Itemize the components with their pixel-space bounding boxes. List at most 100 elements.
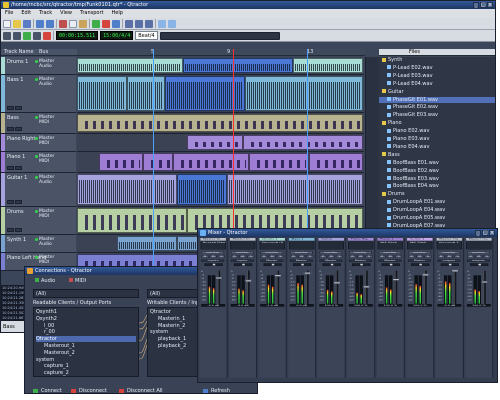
gain-fader-knob[interactable] — [303, 272, 312, 275]
clip[interactable] — [77, 174, 177, 205]
port-item[interactable]: Masterout_2 — [44, 350, 136, 356]
plugin-name[interactable]: SEF Pitch — [378, 242, 402, 244]
clip[interactable] — [293, 58, 363, 73]
gain-value[interactable]: 100.0 % — [466, 304, 491, 307]
pan-knob[interactable] — [360, 263, 363, 266]
clip[interactable] — [177, 174, 227, 205]
mute-button[interactable]: M — [327, 255, 335, 258]
plugin-name[interactable]: SEF Pitch — [408, 242, 432, 244]
plugin-name[interactable]: Freeverb 2 — [437, 242, 461, 244]
plugin-list[interactable]: Freeverb (S — [259, 241, 285, 250]
clip[interactable] — [127, 76, 165, 111]
record-button[interactable]: R — [437, 255, 445, 258]
clip[interactable] — [245, 76, 363, 111]
pan-knob[interactable] — [212, 263, 216, 266]
plugin-list[interactable]: Freeverb 2 — [436, 241, 463, 250]
cut-icon[interactable] — [59, 19, 67, 28]
port-item[interactable]: capture_1 — [44, 363, 136, 369]
forward-icon[interactable] — [33, 31, 41, 40]
pan-slider[interactable] — [352, 263, 371, 266]
mute-button[interactable]: M — [475, 255, 483, 258]
client-item[interactable]: Qsynth2 — [36, 316, 136, 322]
record-icon[interactable] — [43, 31, 51, 40]
solo-button[interactable]: S — [217, 255, 226, 258]
strip-name[interactable]: Master Ou — [466, 237, 492, 241]
gain-fader-knob[interactable] — [333, 281, 341, 284]
menu-file[interactable]: File — [5, 9, 13, 18]
track-header-2[interactable]: Bass 1 Master Audio — [1, 75, 76, 113]
track-lane-5[interactable] — [77, 152, 364, 173]
clip[interactable] — [77, 114, 363, 132]
solo-button[interactable]: S — [424, 255, 432, 258]
menu-track[interactable]: Track — [39, 9, 52, 18]
gain-fader-track[interactable] — [335, 270, 339, 305]
track-lane-1[interactable] — [77, 57, 364, 75]
plugin-list[interactable] — [229, 241, 256, 250]
monitor-button[interactable]: monitor — [437, 251, 461, 254]
clip[interactable] — [227, 174, 363, 205]
gain-fader-knob[interactable] — [244, 279, 253, 282]
solo-button[interactable]: S — [247, 255, 255, 258]
client-item[interactable]: Qsynth1 — [36, 309, 136, 315]
maximize-icon[interactable]: □ — [482, 230, 488, 236]
mute-button[interactable] — [15, 106, 22, 110]
track-header-6[interactable]: Guitar 1 Master Audio — [1, 173, 76, 207]
thumbnail-view[interactable] — [159, 31, 280, 40]
menu-view[interactable]: View — [60, 9, 72, 18]
view-mixer-icon[interactable] — [135, 19, 143, 28]
files-item[interactable]: Piano E02.wav — [379, 128, 495, 134]
pan-slider[interactable] — [204, 263, 223, 266]
track-header-8[interactable]: Synth 1 Master Audio — [1, 235, 76, 253]
mute-button[interactable]: M — [386, 255, 394, 258]
clip[interactable] — [309, 153, 363, 171]
files-item[interactable]: BoofBass E01.wav — [379, 160, 495, 166]
connect-button[interactable]: Connect — [33, 387, 62, 393]
files-item[interactable]: Piano E03.wav — [379, 136, 495, 142]
track-properties-icon[interactable] — [112, 19, 120, 28]
pan-slider[interactable] — [322, 263, 341, 266]
track-lane-3[interactable] — [77, 113, 364, 134]
mute-button[interactable]: M — [357, 255, 365, 258]
strip-name[interactable]: Piano 1 — [377, 237, 403, 241]
files-folder[interactable]: Guitar — [379, 89, 495, 95]
strip-name[interactable]: Piano Rig — [348, 237, 374, 241]
clip[interactable] — [243, 135, 363, 150]
gain-fader-track[interactable] — [247, 270, 250, 305]
record-button[interactable]: R — [348, 255, 357, 258]
pan-slider[interactable] — [440, 263, 459, 266]
play-icon[interactable] — [23, 31, 31, 40]
track-header-5[interactable]: Piano 1 Master MIDI — [1, 152, 76, 173]
gain-fader-track[interactable] — [453, 270, 457, 305]
plugin-list[interactable] — [466, 241, 492, 250]
files-item[interactable]: PhaseGit E03.wav — [379, 112, 495, 118]
plugin-list[interactable]: SEF Pitch — [377, 241, 403, 250]
record-button[interactable] — [7, 106, 14, 110]
clip[interactable] — [77, 76, 127, 111]
files-item[interactable]: P-Lead E04.wav — [379, 81, 495, 87]
port-item[interactable]: capture_2 — [44, 370, 136, 376]
track-header-3[interactable]: Bass Master MIDI — [1, 113, 76, 134]
plugin-list[interactable] — [289, 241, 315, 250]
tab-audio[interactable]: Audio — [35, 278, 55, 284]
paste-icon[interactable] — [79, 19, 87, 28]
record-button[interactable]: R — [378, 255, 386, 258]
mute-button[interactable] — [15, 200, 22, 204]
monitor-button[interactable]: monitor — [260, 251, 284, 254]
solo-button[interactable]: S — [483, 255, 491, 258]
files-folder[interactable]: Bass — [379, 152, 495, 158]
gain-fader-knob[interactable] — [421, 273, 430, 276]
strip-name[interactable]: Master In — [200, 237, 226, 241]
solo-button[interactable]: S — [365, 255, 373, 258]
monitor-button[interactable]: monitor — [230, 251, 254, 254]
gain-fader-knob[interactable] — [274, 274, 282, 277]
pan-slider[interactable] — [381, 263, 400, 266]
pan-slider[interactable] — [470, 263, 489, 266]
pan-knob[interactable] — [419, 263, 422, 266]
client-item[interactable]: system — [36, 357, 136, 363]
pan-slider[interactable] — [411, 263, 430, 266]
files-folder[interactable]: Synth — [379, 57, 495, 63]
time-ruler[interactable]: 5 9 13 — [77, 49, 365, 56]
output-ports-list[interactable]: Qsynth1 Qsynth2 l_00 r_00 Qtractor Masterout_… — [33, 307, 139, 377]
track-header-4[interactable]: Piano Right Master MIDI — [1, 134, 76, 152]
solo-button[interactable]: S — [335, 255, 344, 258]
